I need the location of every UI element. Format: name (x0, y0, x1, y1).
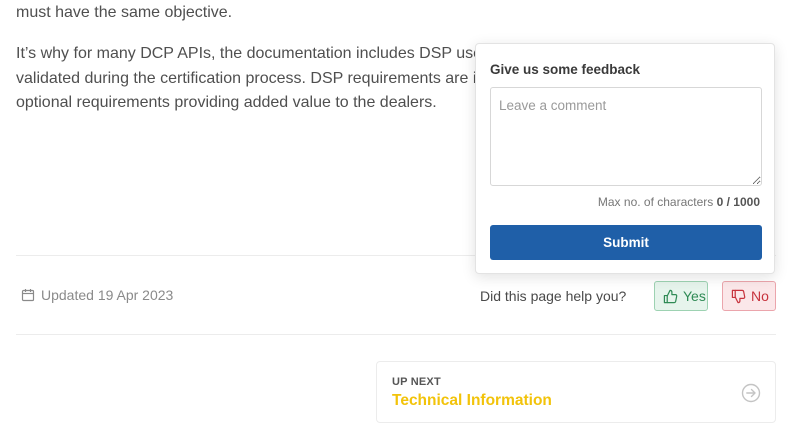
no-label: No (751, 288, 769, 304)
body-text-line: must have the same objective. (16, 4, 233, 21)
thumbs-down-icon (731, 289, 746, 304)
updated-date: Updated 19 Apr 2023 (21, 287, 173, 303)
divider (16, 334, 776, 335)
page-help-question: Did this page help you? (480, 288, 627, 304)
character-counter: Max no. of characters 0 / 1000 (598, 195, 760, 209)
arrow-right-circle-icon (741, 383, 761, 408)
yes-label: Yes (683, 288, 706, 304)
character-counter-value: 0 / 1000 (716, 195, 760, 209)
submit-button[interactable]: Submit (490, 225, 762, 260)
feedback-title: Give us some feedback (490, 62, 641, 77)
up-next-kicker: UP NEXT (392, 376, 441, 388)
yes-button[interactable]: Yes (654, 281, 708, 311)
updated-text: Updated 19 Apr 2023 (41, 287, 174, 303)
thumbs-up-icon (663, 289, 678, 304)
calendar-icon (21, 288, 35, 302)
up-next-title: Technical Information (392, 392, 552, 409)
no-button[interactable]: No (722, 281, 776, 311)
feedback-comment-input[interactable] (490, 87, 762, 186)
feedback-popover: Give us some feedback Max no. of charact… (475, 43, 775, 274)
character-counter-label: Max no. of characters (597, 195, 714, 209)
up-next-card[interactable]: UP NEXT Technical Information (376, 361, 776, 423)
